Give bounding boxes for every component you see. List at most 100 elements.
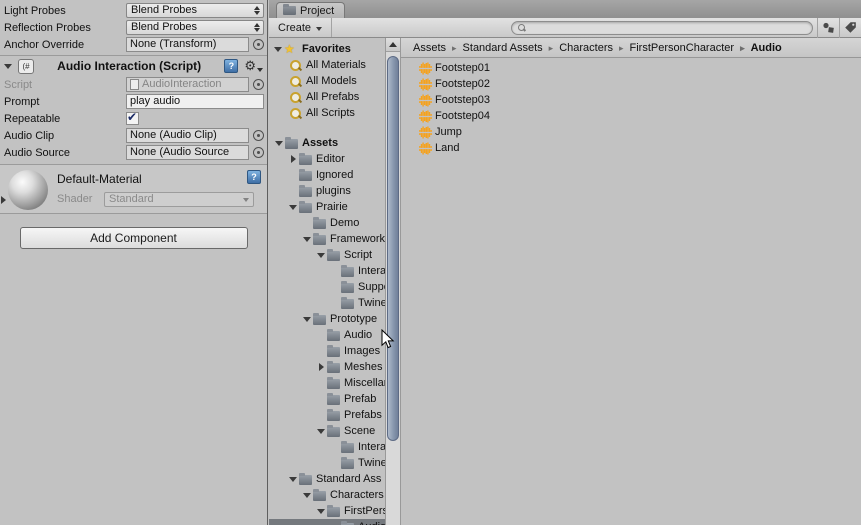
tree-item-label: Suppo: [358, 281, 385, 293]
tree-item[interactable]: Audio: [269, 519, 385, 525]
tree-item[interactable]: Suppo: [269, 279, 385, 295]
tree-item[interactable]: Images: [269, 343, 385, 359]
foldout-arrow-icon[interactable]: [273, 140, 285, 146]
script-field[interactable]: AudioInteraction: [126, 77, 249, 92]
search-input[interactable]: [529, 21, 806, 34]
search-by-label-button[interactable]: [839, 17, 861, 38]
tree-item[interactable]: Intera: [269, 263, 385, 279]
tree-item[interactable]: Twine: [269, 455, 385, 471]
foldout-arrow-icon[interactable]: [301, 316, 313, 322]
add-component-button[interactable]: Add Component: [19, 227, 248, 249]
object-picker-icon[interactable]: [253, 147, 264, 158]
tree-item[interactable]: Script: [269, 247, 385, 263]
audio-source-field[interactable]: None (Audio Source: [126, 145, 249, 160]
light-probes-dropdown[interactable]: Blend Probes: [126, 3, 264, 18]
tree-item[interactable]: Meshes: [269, 359, 385, 375]
tree-item[interactable]: Prototype: [269, 311, 385, 327]
tree-item[interactable]: Prefab: [269, 391, 385, 407]
component-title: Audio Interaction (Script): [57, 59, 202, 73]
foldout-arrow-icon[interactable]: [315, 363, 327, 371]
tree-item-label: plugins: [316, 185, 351, 197]
updown-icon: [254, 6, 260, 15]
tree-scrollbar[interactable]: [385, 38, 401, 525]
prompt-input[interactable]: play audio: [126, 94, 264, 109]
reflection-probes-dropdown[interactable]: Blend Probes: [126, 20, 264, 35]
foldout-arrow-icon[interactable]: [4, 63, 12, 69]
foldout-arrow-icon[interactable]: [315, 252, 327, 258]
tree-item-favorite-search[interactable]: All Materials: [269, 57, 385, 73]
foldout-arrow-icon[interactable]: [301, 492, 313, 498]
tree-item[interactable]: Standard Ass: [269, 471, 385, 487]
component-header[interactable]: (# Audio Interaction (Script) ? ⚙: [0, 56, 267, 76]
updown-icon: [254, 23, 260, 32]
tree-item[interactable]: Prefabs: [269, 407, 385, 423]
asset-file-row[interactable]: Jump: [401, 124, 861, 140]
object-picker-icon[interactable]: [253, 130, 264, 141]
help-icon[interactable]: ?: [247, 170, 261, 184]
tree-item-label: Prefabs: [344, 409, 382, 421]
tree-item[interactable]: Prairie: [269, 199, 385, 215]
tree-item[interactable]: Demo: [269, 215, 385, 231]
shader-value: Standard: [109, 193, 154, 205]
foldout-arrow-icon[interactable]: [287, 155, 299, 163]
tree-item-favorites[interactable]: ★ Favorites: [269, 41, 385, 57]
audio-clip-field[interactable]: None (Audio Clip): [126, 128, 249, 143]
tree-item[interactable]: Audio: [269, 327, 385, 343]
tree-item-label: Script: [344, 249, 373, 261]
reflection-probes-label: Reflection Probes: [4, 21, 91, 34]
asset-file-row[interactable]: Footstep03: [401, 92, 861, 108]
breadcrumb-item[interactable]: Assets: [413, 42, 446, 54]
breadcrumb-item[interactable]: FirstPersonCharacter: [613, 42, 735, 54]
material-sphere-preview: [8, 170, 48, 210]
shader-dropdown[interactable]: Standard: [104, 192, 254, 207]
foldout-arrow-icon[interactable]: [272, 46, 284, 52]
tree-item-label: Ignored: [316, 169, 354, 181]
tree-item[interactable]: Framework: [269, 231, 385, 247]
foldout-arrow-icon[interactable]: [301, 236, 313, 242]
breadcrumb-item[interactable]: Audio: [734, 42, 782, 54]
prompt-label: Prompt: [4, 95, 40, 108]
tree-item-favorite-search[interactable]: All Prefabs: [269, 89, 385, 105]
asset-file-row[interactable]: Footstep04: [401, 108, 861, 124]
tree-item[interactable]: Miscellar: [269, 375, 385, 391]
tree-item-favorite-search[interactable]: All Models: [269, 73, 385, 89]
audio-clip-icon: [419, 126, 432, 138]
tree-item[interactable]: Assets: [269, 135, 385, 151]
tree-item-label: Scene: [344, 425, 376, 437]
repeatable-checkbox[interactable]: ✔: [126, 110, 139, 125]
tree-item[interactable]: Characters: [269, 487, 385, 503]
anchor-override-field[interactable]: None (Transform): [126, 37, 249, 52]
create-button[interactable]: Create: [269, 18, 333, 37]
asset-file-row[interactable]: Footstep02: [401, 76, 861, 92]
breadcrumb-item[interactable]: Standard Assets: [446, 42, 543, 54]
object-picker-icon[interactable]: [253, 79, 264, 90]
help-icon[interactable]: ?: [224, 59, 239, 73]
object-picker-icon[interactable]: [253, 39, 264, 50]
tree-item-favorite-search[interactable]: All Scripts: [269, 105, 385, 121]
tree-gap: [269, 121, 385, 135]
scrollbar-thumb[interactable]: [387, 56, 399, 441]
tree-item-label: Framework: [330, 233, 385, 245]
tree-item[interactable]: Editor: [269, 151, 385, 167]
tree-item[interactable]: plugins: [269, 183, 385, 199]
tab-project[interactable]: Project: [276, 2, 346, 18]
material-foldout-icon[interactable]: [1, 196, 6, 204]
foldout-arrow-icon[interactable]: [315, 508, 327, 514]
folder-icon: [313, 216, 326, 229]
foldout-arrow-icon[interactable]: [315, 428, 327, 434]
tree-item[interactable]: FirstPers: [269, 503, 385, 519]
search-by-type-button[interactable]: [817, 17, 839, 38]
tree-item[interactable]: Twine: [269, 295, 385, 311]
asset-file-row[interactable]: Footstep01: [401, 60, 861, 76]
foldout-arrow-icon[interactable]: [287, 204, 299, 210]
gear-icon[interactable]: ⚙: [244, 59, 256, 73]
search-box[interactable]: [511, 20, 813, 35]
breadcrumb-item[interactable]: Characters: [543, 42, 613, 54]
tree-item[interactable]: Scene: [269, 423, 385, 439]
tree-item[interactable]: Ignored: [269, 167, 385, 183]
asset-file-row[interactable]: Land: [401, 140, 861, 156]
tree-item[interactable]: Intera: [269, 439, 385, 455]
foldout-arrow-icon[interactable]: [287, 476, 299, 482]
scrollbar-up-button[interactable]: [386, 38, 400, 52]
project-tree: Assets Editor Ignored plugins Prairie De…: [269, 135, 385, 525]
